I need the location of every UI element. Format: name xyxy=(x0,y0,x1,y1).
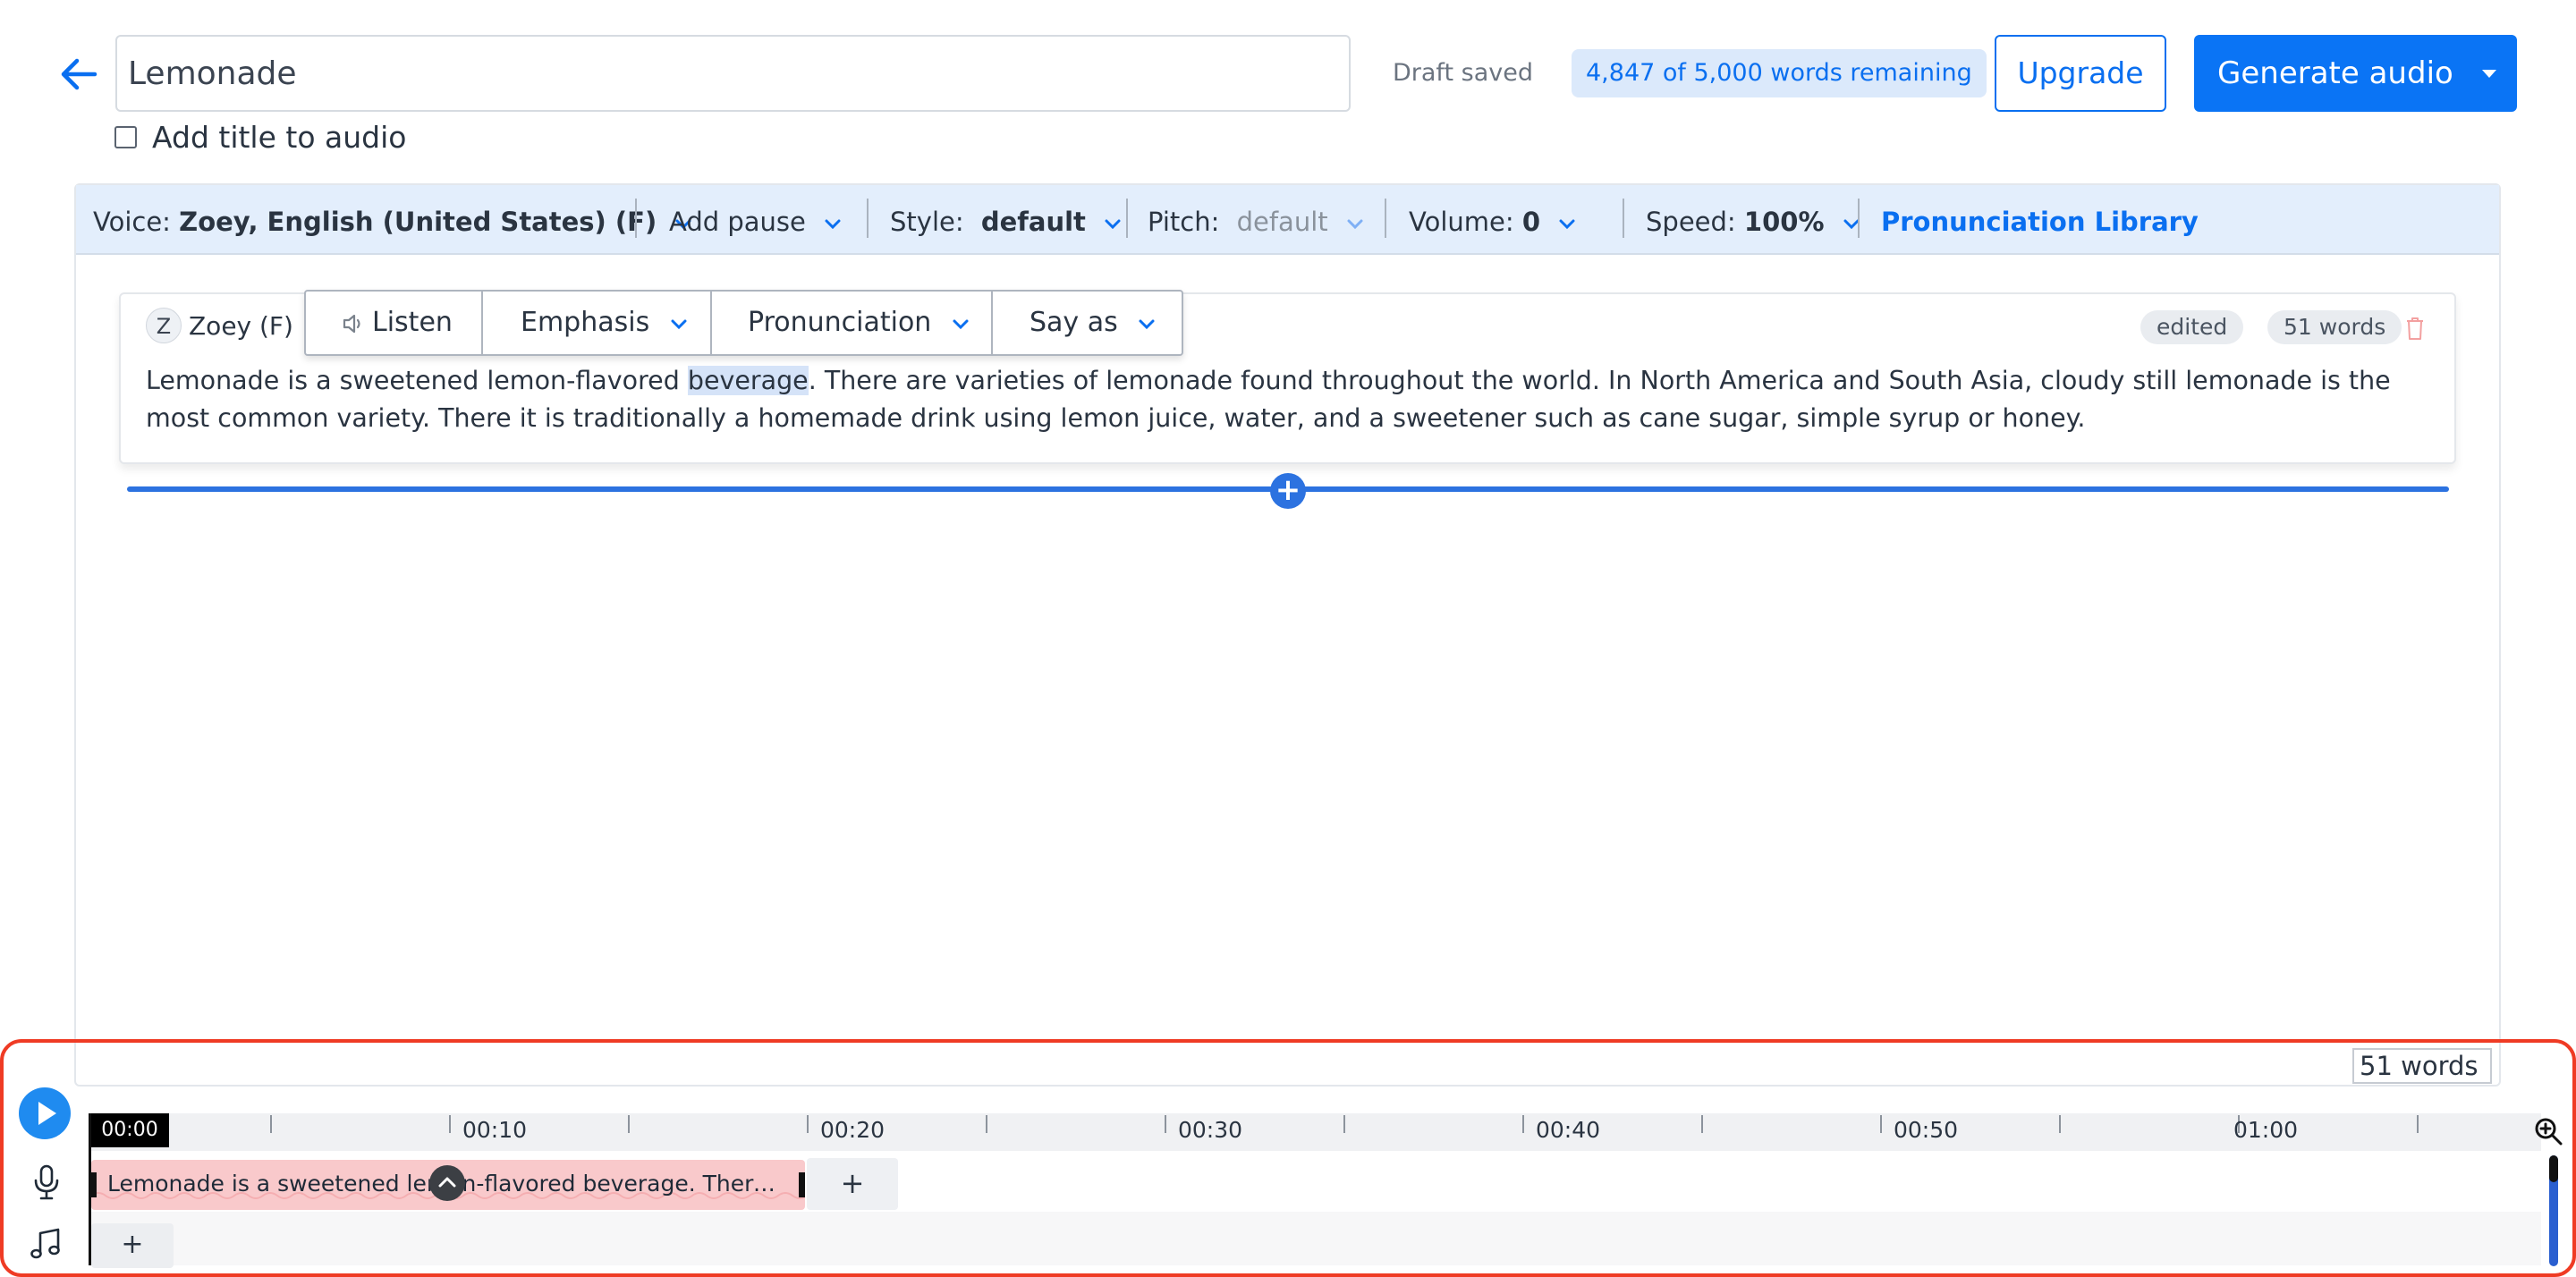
pronunciation-label: Pronunciation xyxy=(748,307,932,338)
add-block-button[interactable]: + xyxy=(1270,473,1306,509)
pitch-value: default xyxy=(1236,207,1328,237)
chevron-down-icon xyxy=(1105,219,1121,230)
say-as-label: Say as xyxy=(1030,307,1118,338)
listen-label: Listen xyxy=(372,307,453,338)
chevron-down-icon xyxy=(825,219,841,230)
say-as-dropdown[interactable]: Say as xyxy=(1030,292,1157,354)
speaker-icon xyxy=(343,314,360,333)
style-value: default xyxy=(980,207,1086,237)
caret-down-icon[interactable] xyxy=(2479,63,2499,83)
chevron-down-icon xyxy=(1559,219,1575,230)
pronunciation-dropdown[interactable]: Pronunciation xyxy=(748,292,970,354)
generate-audio-label: Generate audio xyxy=(2217,55,2453,91)
voice-value: Zoey, English (United States) (F) xyxy=(179,207,657,237)
words-remaining-badge: 4,847 of 5,000 words remaining xyxy=(1572,49,1987,97)
add-title-label[interactable]: Add title to audio xyxy=(152,120,406,156)
toolbar-divider xyxy=(1623,199,1624,238)
emphasis-label: Emphasis xyxy=(521,307,650,338)
chevron-down-icon xyxy=(1347,219,1363,230)
block-voice-name[interactable]: Zoey (F) xyxy=(189,309,293,344)
text-segment: Lemonade is a sweetened lemon-flavored xyxy=(146,366,688,395)
volume-label: Volume: xyxy=(1409,207,1514,237)
block-word-count-badge: 51 words xyxy=(2267,310,2402,344)
voice-label: Voice: xyxy=(93,207,171,237)
toolbar-divider xyxy=(710,292,712,354)
pronunciation-library-link[interactable]: Pronunciation Library xyxy=(1881,201,2199,242)
chevron-down-icon xyxy=(671,319,687,329)
add-title-checkbox[interactable] xyxy=(114,126,137,148)
speed-label: Speed: xyxy=(1646,207,1736,237)
chevron-down-icon xyxy=(953,319,969,329)
chevron-down-icon xyxy=(1139,319,1155,329)
upgrade-button[interactable]: Upgrade xyxy=(1995,35,2166,112)
style-label: Style: xyxy=(890,207,964,237)
toolbar-divider xyxy=(1126,199,1128,238)
delete-block-button[interactable] xyxy=(2404,316,2426,341)
toolbar-divider xyxy=(1858,199,1860,238)
title-input[interactable] xyxy=(115,35,1351,112)
emphasis-dropdown[interactable]: Emphasis xyxy=(521,292,689,354)
volume-value: 0 xyxy=(1521,207,1541,237)
arrow-left-icon xyxy=(61,58,97,90)
add-pause-label: Add pause xyxy=(669,207,806,237)
voice-selector[interactable]: Voice: Zoey, English (United States) (F) xyxy=(93,201,693,242)
draft-status: Draft saved xyxy=(1393,59,1533,87)
toolbar-divider xyxy=(991,292,993,354)
selected-word[interactable]: beverage xyxy=(687,366,809,395)
toolbar-divider xyxy=(481,292,483,354)
block-text[interactable]: Lemonade is a sweetened lemon-flavored b… xyxy=(146,362,2418,437)
toolbar-divider xyxy=(635,199,637,238)
timeline-highlight-frame xyxy=(0,1039,2576,1277)
pitch-label: Pitch: xyxy=(1148,207,1220,237)
trash-icon xyxy=(2407,317,2423,340)
generate-audio-button[interactable]: Generate audio xyxy=(2194,35,2517,112)
add-pause-dropdown[interactable]: Add pause xyxy=(669,201,843,242)
toolbar-divider xyxy=(1385,199,1386,238)
back-button[interactable] xyxy=(55,54,102,95)
listen-button[interactable]: Listen xyxy=(342,292,453,354)
status-badge: edited xyxy=(2140,310,2244,344)
voice-avatar: Z xyxy=(146,308,182,343)
pitch-dropdown[interactable]: Pitch: default xyxy=(1148,201,1365,242)
style-dropdown[interactable]: Style: default xyxy=(890,201,1123,242)
toolbar-divider xyxy=(867,199,869,238)
volume-dropdown[interactable]: Volume: 0 xyxy=(1409,201,1577,242)
speed-dropdown[interactable]: Speed: 100% xyxy=(1646,201,1861,242)
speed-value: 100% xyxy=(1743,207,1825,237)
